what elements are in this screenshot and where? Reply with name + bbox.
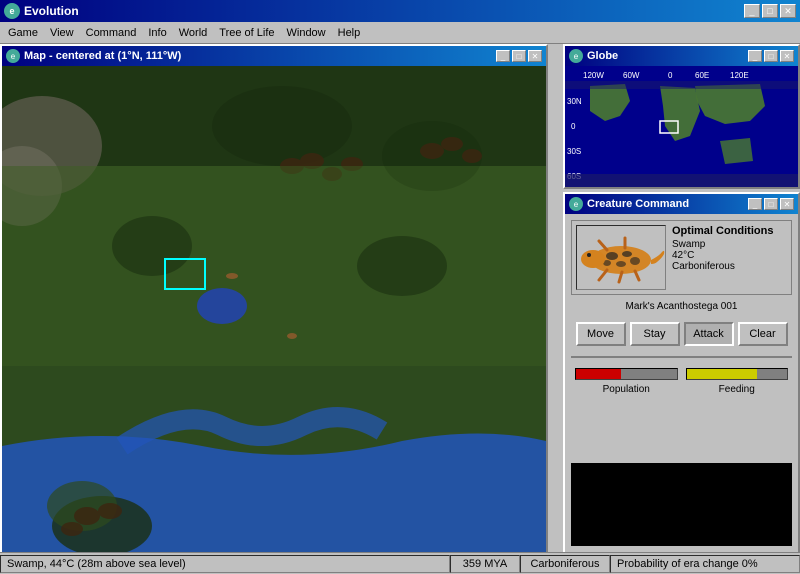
map-window: e Map - centered at (1°N, 111°W) _ □ ✕ (0, 44, 548, 554)
selection-box (164, 258, 206, 290)
creature-image (576, 225, 666, 290)
condition-temp: 42°C (672, 250, 787, 261)
terrain-status: Swamp, 44°C (28m above sea level) (0, 555, 450, 573)
feeding-fill (687, 369, 757, 379)
globe-window: e Globe _ □ ✕ 120W 60W 0 60E 120E 30N 0 (563, 44, 800, 189)
menu-game[interactable]: Game (2, 25, 44, 41)
population-fill (576, 369, 621, 379)
map-title-bar: e Map - centered at (1°N, 111°W) _ □ ✕ (2, 46, 546, 66)
app-title: Evolution (24, 4, 740, 18)
svg-text:60W: 60W (623, 71, 640, 80)
menu-tree-of-life[interactable]: Tree of Life (213, 25, 280, 41)
condition-era: Carboniferous (672, 261, 787, 272)
globe-minimize-button[interactable]: _ (748, 50, 762, 62)
svg-text:60E: 60E (695, 71, 709, 80)
creature-content: Optimal Conditions Swamp 42°C Carbonifer… (565, 214, 798, 552)
globe-title-bar: e Globe _ □ ✕ (565, 46, 798, 66)
bars-section: Population Feeding (571, 364, 792, 455)
map-content[interactable] (2, 66, 546, 552)
title-bar-buttons: _ □ ✕ (744, 4, 796, 18)
move-button[interactable]: Move (576, 322, 626, 346)
minimize-button[interactable]: _ (744, 4, 760, 18)
globe-content: 120W 60W 0 60E 120E 30N 0 30S 60S (565, 66, 798, 187)
globe-close-button[interactable]: ✕ (780, 50, 794, 62)
optimal-title: Optimal Conditions (672, 225, 787, 237)
condition-biome: Swamp (672, 239, 787, 250)
probability-status: Probability of era change 0% (610, 555, 800, 573)
creature-title-bar: e Creature Command _ □ ✕ (565, 194, 798, 214)
optimal-conditions: Optimal Conditions Swamp 42°C Carbonifer… (672, 225, 787, 290)
creature-name: Mark's Acanthostega 001 (571, 299, 792, 314)
globe-maximize-button[interactable]: □ (764, 50, 778, 62)
black-area (571, 463, 792, 546)
era-status: Carboniferous (520, 555, 610, 573)
globe-window-icon: e (569, 49, 583, 63)
menu-command[interactable]: Command (80, 25, 143, 41)
feeding-label: Feeding (719, 384, 755, 395)
globe-window-buttons: _ □ ✕ (748, 50, 794, 62)
close-button[interactable]: ✕ (780, 4, 796, 18)
main-area: ↖ e Map - centered at (1°N, 111°W) _ □ ✕ (0, 44, 800, 552)
svg-text:30N: 30N (567, 97, 582, 106)
app-icon: e (4, 3, 20, 19)
maximize-button[interactable]: □ (762, 4, 778, 18)
mya-status: 359 MYA (450, 555, 520, 573)
stay-button[interactable]: Stay (630, 322, 680, 346)
attack-button[interactable]: Attack (684, 322, 734, 346)
creature-close-button[interactable]: ✕ (780, 198, 794, 210)
menu-info[interactable]: Info (142, 25, 172, 41)
status-bar: Swamp, 44°C (28m above sea level) 359 MY… (0, 552, 800, 574)
action-buttons: Move Stay Attack Clear (571, 322, 792, 346)
svg-text:120W: 120W (583, 71, 604, 80)
creature-window: e Creature Command _ □ ✕ (563, 192, 800, 554)
menu-bar: Game View Command Info World Tree of Lif… (0, 22, 800, 44)
menu-view[interactable]: View (44, 25, 80, 41)
globe-svg: 120W 60W 0 60E 120E 30N 0 30S 60S (565, 66, 798, 187)
svg-text:120E: 120E (730, 71, 749, 80)
menu-help[interactable]: Help (332, 25, 367, 41)
creature-window-icon: e (569, 197, 583, 211)
map-window-buttons: _ □ ✕ (496, 50, 542, 62)
creature-lizard-svg (577, 226, 665, 289)
map-maximize-button[interactable]: □ (512, 50, 526, 62)
map-terrain-svg (2, 66, 546, 552)
feeding-bar (686, 368, 789, 380)
svg-text:30S: 30S (567, 147, 581, 156)
population-bar (575, 368, 678, 380)
creature-minimize-button[interactable]: _ (748, 198, 762, 210)
map-title: Map - centered at (1°N, 111°W) (24, 50, 492, 62)
menu-window[interactable]: Window (281, 25, 332, 41)
creature-info-row: Optimal Conditions Swamp 42°C Carbonifer… (571, 220, 792, 295)
globe-title: Globe (587, 50, 744, 62)
creature-title: Creature Command (587, 198, 744, 210)
map-window-icon: e (6, 49, 20, 63)
menu-world[interactable]: World (173, 25, 214, 41)
clear-button[interactable]: Clear (738, 322, 788, 346)
svg-text:0: 0 (668, 71, 673, 80)
creature-maximize-button[interactable]: □ (764, 198, 778, 210)
map-close-button[interactable]: ✕ (528, 50, 542, 62)
separator (571, 356, 792, 358)
population-label: Population (603, 384, 650, 395)
app-title-bar: e Evolution _ □ ✕ (0, 0, 800, 22)
population-group: Population (575, 368, 678, 451)
map-minimize-button[interactable]: _ (496, 50, 510, 62)
creature-window-buttons: _ □ ✕ (748, 198, 794, 210)
svg-text:0: 0 (571, 122, 576, 131)
feeding-group: Feeding (686, 368, 789, 451)
